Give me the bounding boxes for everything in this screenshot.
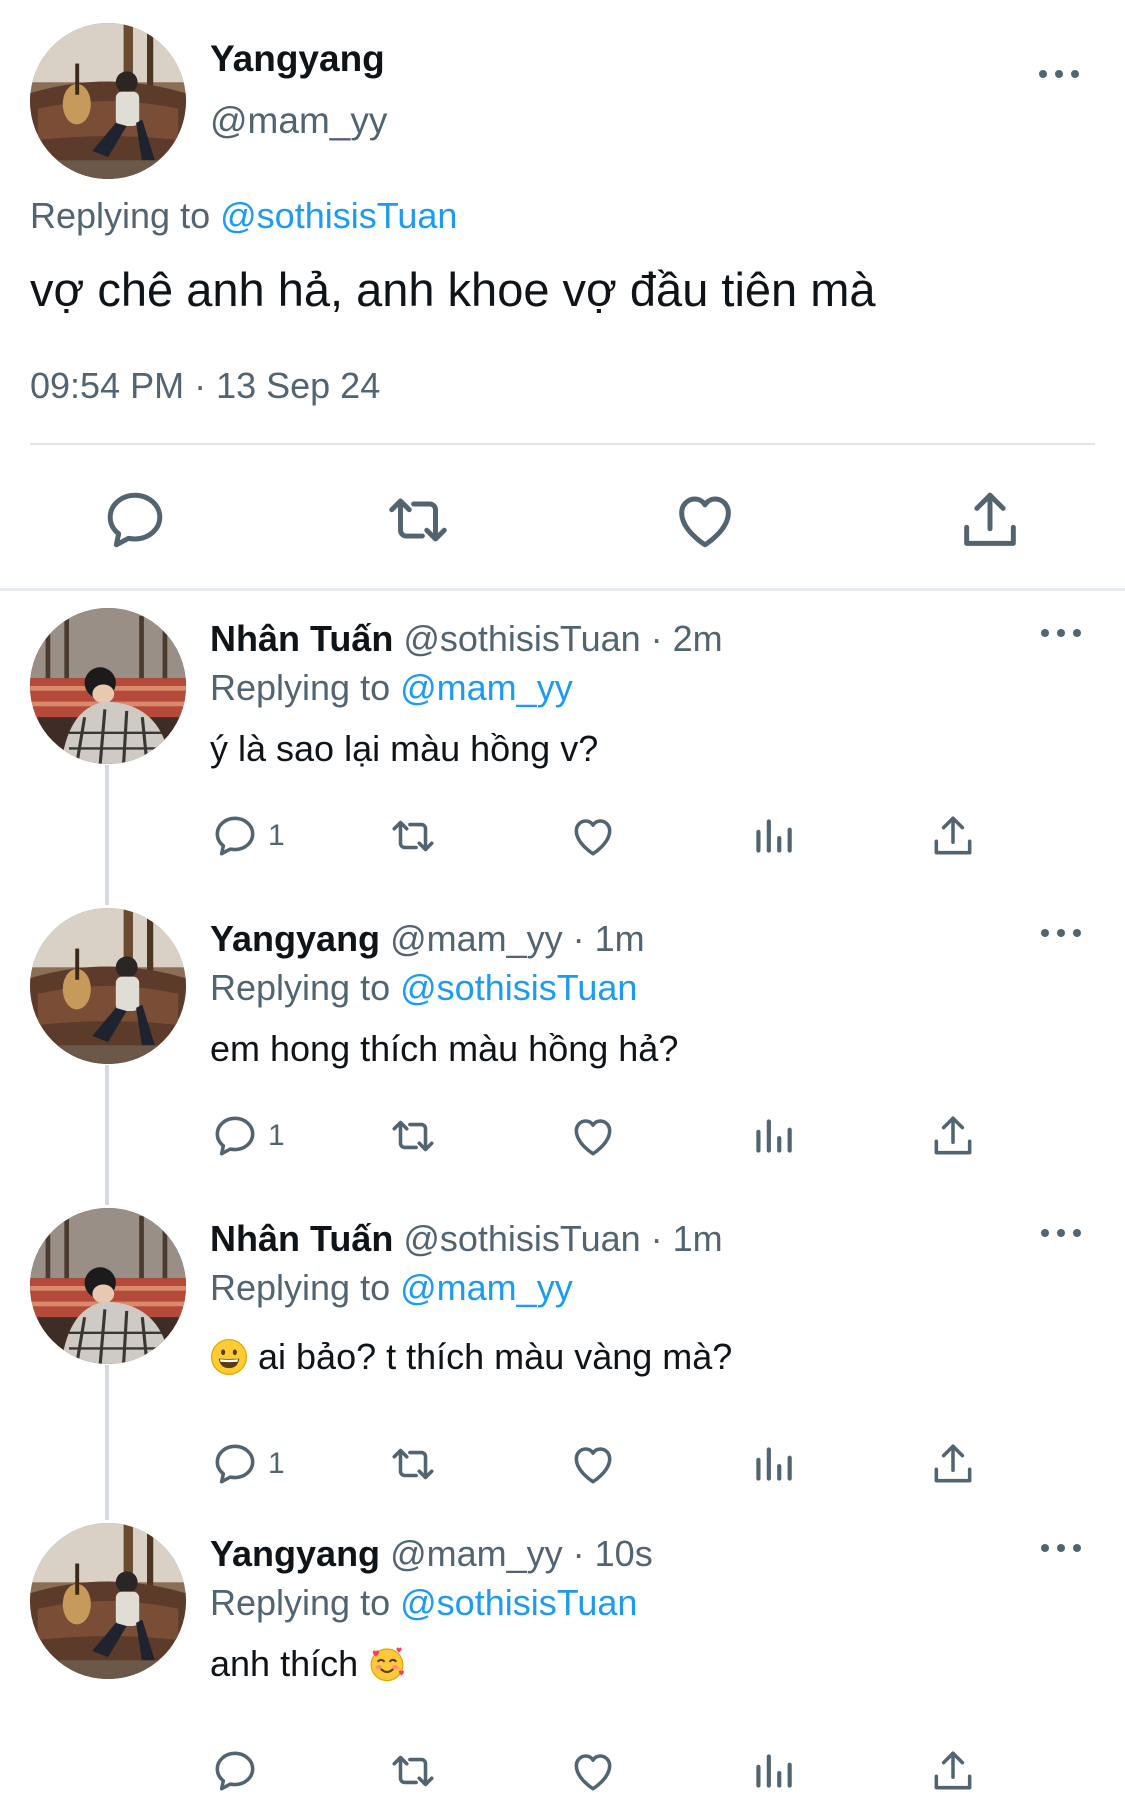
replying-to: Replying to @sothisisTuan xyxy=(210,1582,637,1624)
reply-count: 1 xyxy=(268,1447,285,1480)
reply-icon xyxy=(210,811,260,861)
tweet-time[interactable]: · 10s xyxy=(573,1533,653,1574)
retweet-icon[interactable] xyxy=(388,1436,438,1492)
more-options-icon[interactable] xyxy=(1041,1538,1081,1558)
replying-to-link[interactable]: @mam_yy xyxy=(400,667,573,708)
author-name[interactable]: Yangyang xyxy=(210,38,385,80)
reply-tweet[interactable]: Nhân Tuấn @sothisisTuan · 2m Replying to… xyxy=(0,608,1125,908)
replying-prefix: Replying to xyxy=(210,967,391,1008)
replying-prefix: Replying to xyxy=(210,667,391,708)
reply-icon xyxy=(210,1746,260,1796)
reply-icon xyxy=(210,1439,260,1489)
views-icon[interactable] xyxy=(748,1743,798,1799)
like-icon[interactable] xyxy=(568,1436,618,1492)
author-handle[interactable]: @mam_yy xyxy=(210,100,387,142)
reply-count: 1 xyxy=(268,819,285,852)
more-options-icon[interactable] xyxy=(1039,64,1079,84)
reply-icon[interactable] xyxy=(100,485,170,555)
reply-tweet[interactable]: Nhân Tuấn @sothisisTuan · 1m Replying to… xyxy=(0,1208,1125,1508)
views-icon[interactable] xyxy=(748,1108,798,1164)
avatar[interactable] xyxy=(30,1523,186,1679)
author-name[interactable]: Yangyang xyxy=(210,918,380,959)
author-name[interactable]: Nhân Tuấn xyxy=(210,1218,393,1259)
reply-button[interactable]: 1 xyxy=(210,1436,285,1492)
retweet-icon[interactable] xyxy=(388,1743,438,1799)
reply-icon xyxy=(210,1111,260,1161)
avatar[interactable] xyxy=(30,1208,186,1364)
replying-prefix: Replying to xyxy=(210,1267,391,1308)
replying-to-link[interactable]: @sothisisTuan xyxy=(400,967,637,1008)
more-options-icon[interactable] xyxy=(1041,623,1081,643)
avatar[interactable] xyxy=(30,608,186,764)
tweet-text: ý là sao lại màu hồng v? xyxy=(210,728,599,769)
more-options-icon[interactable] xyxy=(1041,923,1081,943)
like-icon[interactable] xyxy=(568,1743,618,1799)
reply-count: 1 xyxy=(268,1119,285,1152)
retweet-icon[interactable] xyxy=(388,808,438,864)
replying-prefix: Replying to xyxy=(210,1582,391,1623)
tweet-actions: 1 xyxy=(210,1436,1010,1492)
views-icon[interactable] xyxy=(748,1436,798,1492)
author-handle[interactable]: @sothisisTuan xyxy=(403,1218,640,1259)
replying-prefix: Replying to xyxy=(30,195,211,236)
reply-tweet[interactable]: Yangyang @mam_yy · 1m Replying to @sothi… xyxy=(0,908,1125,1208)
author-name[interactable]: Nhân Tuấn xyxy=(210,618,393,659)
replying-to-link[interactable]: @sothisisTuan xyxy=(220,195,457,236)
author-handle[interactable]: @mam_yy xyxy=(390,1533,563,1574)
tweet-timestamp[interactable]: 09:54 PM · 13 Sep 24 xyxy=(30,365,380,407)
tweet-text: ai bảo? t thích màu vàng mà? xyxy=(258,1336,733,1377)
reply-button[interactable]: 1 xyxy=(210,808,285,864)
like-icon[interactable] xyxy=(670,485,740,555)
smiling-face-with-hearts-emoji xyxy=(370,1647,405,1682)
tweet-time[interactable]: · 1m xyxy=(651,1218,723,1259)
tweet-time[interactable]: · 1m xyxy=(573,918,645,959)
tweet-text: em hong thích màu hồng hả? xyxy=(210,1028,679,1069)
retweet-icon[interactable] xyxy=(383,485,453,555)
tweet-text-row: ai bảo? t thích màu vàng mà? xyxy=(210,1336,732,1378)
tweet-text-row: anh thích xyxy=(210,1643,406,1685)
share-icon[interactable] xyxy=(955,485,1025,555)
divider xyxy=(30,443,1095,445)
tweet-text: anh thích xyxy=(210,1643,359,1684)
retweet-icon[interactable] xyxy=(388,1108,438,1164)
avatar[interactable] xyxy=(30,908,186,1064)
reply-button[interactable]: 1 xyxy=(210,1108,285,1164)
share-icon[interactable] xyxy=(928,808,978,864)
reply-tweet[interactable]: Yangyang @mam_yy · 10s Replying to @soth… xyxy=(0,1523,1125,1815)
tweet-time[interactable]: · 2m xyxy=(651,618,723,659)
author-handle[interactable]: @sothisisTuan xyxy=(403,618,640,659)
views-icon[interactable] xyxy=(748,808,798,864)
reply-button[interactable] xyxy=(210,1743,268,1799)
replying-to-link[interactable]: @mam_yy xyxy=(400,1267,573,1308)
grinning-face-emoji xyxy=(210,1338,248,1376)
tweet-actions: 1 xyxy=(210,808,1010,864)
share-icon[interactable] xyxy=(928,1436,978,1492)
section-divider xyxy=(0,588,1125,591)
author-name[interactable]: Yangyang xyxy=(210,1533,380,1574)
replying-to: Replying to @mam_yy xyxy=(210,1267,573,1309)
tweet-text: vợ chê anh hả, anh khoe vợ đầu tiên mà xyxy=(30,263,876,316)
replying-to: Replying to @sothisisTuan xyxy=(210,967,637,1009)
more-options-icon[interactable] xyxy=(1041,1223,1081,1243)
share-icon[interactable] xyxy=(928,1108,978,1164)
tweet-actions xyxy=(210,1743,1010,1799)
share-icon[interactable] xyxy=(928,1743,978,1799)
replying-to-link[interactable]: @sothisisTuan xyxy=(400,1582,637,1623)
replying-to: Replying to @sothisisTuan xyxy=(30,195,457,237)
avatar[interactable] xyxy=(30,23,186,179)
tweet-actions: 1 xyxy=(210,1108,1010,1164)
author-handle[interactable]: @mam_yy xyxy=(390,918,563,959)
replying-to: Replying to @mam_yy xyxy=(210,667,573,709)
like-icon[interactable] xyxy=(568,1108,618,1164)
like-icon[interactable] xyxy=(568,808,618,864)
